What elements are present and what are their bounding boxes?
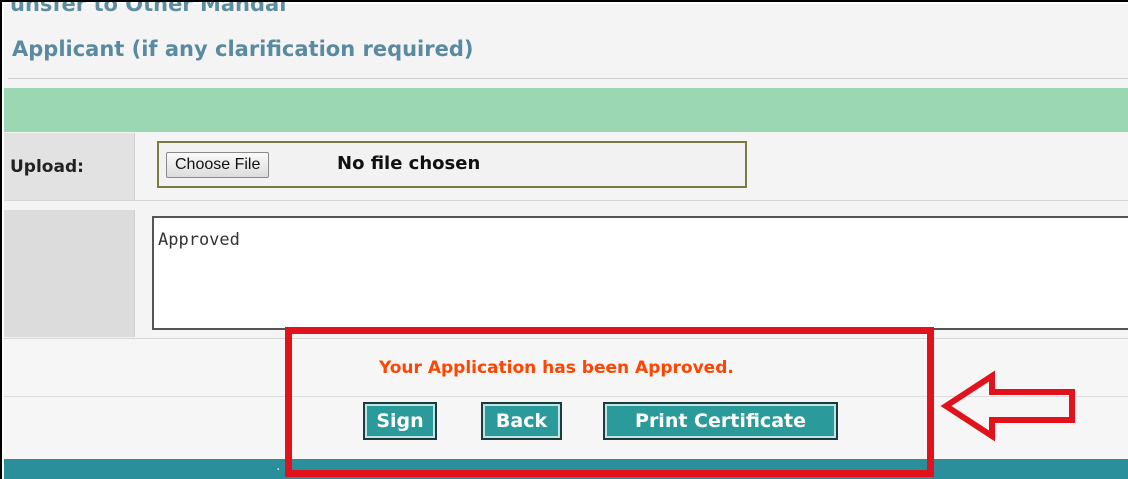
upload-label-cell: Upload: — [4, 133, 135, 200]
divider — [8, 78, 1128, 79]
screenshot-frame: unsfer to Other Mandal Applicant (if any… — [0, 0, 1128, 479]
cut-section-title: unsfer to Other Mandal — [10, 0, 287, 16]
footer-glyph: · — [276, 462, 281, 478]
file-status-text: No file chosen — [337, 153, 481, 174]
section-header-band — [4, 88, 1128, 132]
file-upload-input[interactable]: Choose File No file chosen — [157, 141, 747, 188]
left-arrow-icon — [940, 370, 1075, 442]
highlight-annotation-box — [285, 327, 934, 477]
remarks-textarea[interactable]: Approved — [152, 216, 1128, 330]
upload-label: Upload: — [10, 157, 84, 177]
remarks-field-cell: Approved — [135, 210, 1128, 337]
upload-field-cell: Choose File No file chosen — [135, 133, 1128, 200]
row-divider — [4, 200, 1128, 210]
section-title: Applicant (if any clarification required… — [12, 37, 474, 61]
choose-file-button[interactable]: Choose File — [166, 152, 270, 178]
remarks-label-cell — [4, 210, 135, 337]
